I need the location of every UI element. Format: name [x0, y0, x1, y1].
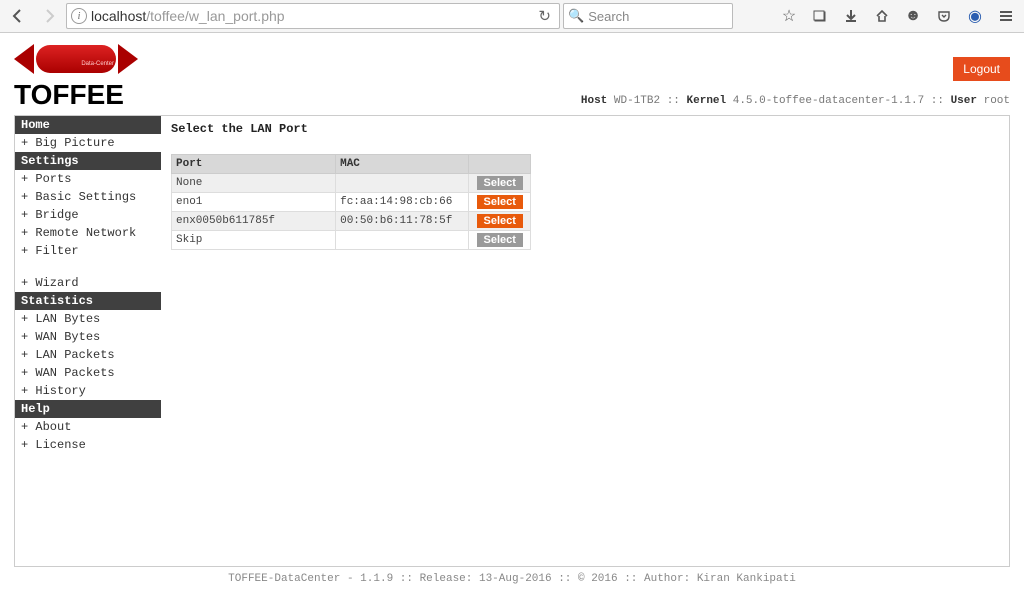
sidebar-item-bridge[interactable]: Bridge: [15, 206, 161, 224]
action-cell: Select: [469, 231, 531, 250]
page-title: Select the LAN Port: [171, 122, 999, 136]
sidebar-item-lan-bytes[interactable]: LAN Bytes: [15, 310, 161, 328]
logo-text: TOFFEE: [14, 81, 160, 109]
logo: Data-Center TOFFEE: [14, 39, 160, 109]
info-icon[interactable]: i: [71, 8, 87, 24]
refresh-icon[interactable]: ↻: [534, 7, 555, 25]
sidebar-item-license[interactable]: License: [15, 436, 161, 454]
content: Home Big Picture Settings Ports Basic Se…: [14, 115, 1010, 567]
search-box[interactable]: 🔍 Search: [563, 3, 733, 29]
port-cell: Skip: [172, 231, 336, 250]
browser-toolbar: i localhost/toffee/w_lan_port.php ↻ 🔍 Se…: [0, 0, 1024, 33]
sidebar-item-about[interactable]: About: [15, 418, 161, 436]
select-button[interactable]: Select: [477, 176, 523, 190]
sidebar-header-help: Help: [15, 400, 161, 418]
port-cell: eno1: [172, 193, 336, 212]
main-area: Select the LAN Port Port MAC NoneSelecte…: [161, 116, 1009, 566]
action-cell: Select: [469, 193, 531, 212]
sidebar: Home Big Picture Settings Ports Basic Se…: [15, 116, 161, 566]
col-port: Port: [172, 155, 336, 174]
url-bar[interactable]: i localhost/toffee/w_lan_port.php ↻: [66, 3, 560, 29]
menu-icon[interactable]: [992, 3, 1020, 29]
sidebar-item-wan-packets[interactable]: WAN Packets: [15, 364, 161, 382]
host-info: Host WD-1TB2 :: Kernel 4.5.0-toffee-data…: [581, 95, 1010, 107]
col-action: [469, 155, 531, 174]
sidebar-item-wizard[interactable]: Wizard: [15, 274, 161, 292]
sidebar-header-home[interactable]: Home: [15, 116, 161, 134]
home-icon[interactable]: [868, 3, 896, 29]
port-cell: enx0050b611785f: [172, 212, 336, 231]
back-button[interactable]: [4, 3, 32, 29]
pocket-icon[interactable]: [930, 3, 958, 29]
mac-cell: 00:50:b6:11:78:5f: [336, 212, 469, 231]
sidebar-item-remote-network[interactable]: Remote Network: [15, 224, 161, 242]
sidebar-header-statistics: Statistics: [15, 292, 161, 310]
page-header: Data-Center TOFFEE Logout Host WD-1TB2 :…: [0, 33, 1024, 109]
sidebar-item-big-picture[interactable]: Big Picture: [15, 134, 161, 152]
table-row: Skip Select: [172, 231, 531, 250]
col-mac: MAC: [336, 155, 469, 174]
sidebar-item-history[interactable]: History: [15, 382, 161, 400]
table-row: eno1fc:aa:14:98:cb:66 Select: [172, 193, 531, 212]
mac-cell: [336, 231, 469, 250]
table-row: None Select: [172, 174, 531, 193]
port-table: Port MAC NoneSelecteno1fc:aa:14:98:cb:66…: [171, 154, 531, 250]
url-text: localhost/toffee/w_lan_port.php: [91, 8, 530, 24]
select-button[interactable]: Select: [477, 214, 523, 228]
library-icon[interactable]: [806, 3, 834, 29]
downloads-icon[interactable]: [837, 3, 865, 29]
search-placeholder: Search: [588, 9, 629, 24]
mac-cell: [336, 174, 469, 193]
action-cell: Select: [469, 212, 531, 231]
select-button[interactable]: Select: [477, 233, 523, 247]
logout-button[interactable]: Logout: [953, 57, 1010, 81]
table-row: enx0050b611785f00:50:b6:11:78:5f Select: [172, 212, 531, 231]
bookmark-icon[interactable]: ☆: [775, 3, 803, 29]
sidebar-item-filter[interactable]: Filter: [15, 242, 161, 260]
sidebar-header-settings: Settings: [15, 152, 161, 170]
smile-icon[interactable]: ☻: [899, 3, 927, 29]
sidebar-item-ports[interactable]: Ports: [15, 170, 161, 188]
select-button[interactable]: Select: [477, 195, 523, 209]
forward-button: [35, 3, 63, 29]
mac-cell: fc:aa:14:98:cb:66: [336, 193, 469, 212]
port-cell: None: [172, 174, 336, 193]
globe-icon[interactable]: ◉: [961, 3, 989, 29]
sidebar-item-wan-bytes[interactable]: WAN Bytes: [15, 328, 161, 346]
sidebar-item-basic-settings[interactable]: Basic Settings: [15, 188, 161, 206]
search-icon: 🔍: [568, 8, 584, 24]
action-cell: Select: [469, 174, 531, 193]
sidebar-item-lan-packets[interactable]: LAN Packets: [15, 346, 161, 364]
footer: TOFFEE-DataCenter - 1.1.9 :: Release: 13…: [0, 567, 1024, 591]
